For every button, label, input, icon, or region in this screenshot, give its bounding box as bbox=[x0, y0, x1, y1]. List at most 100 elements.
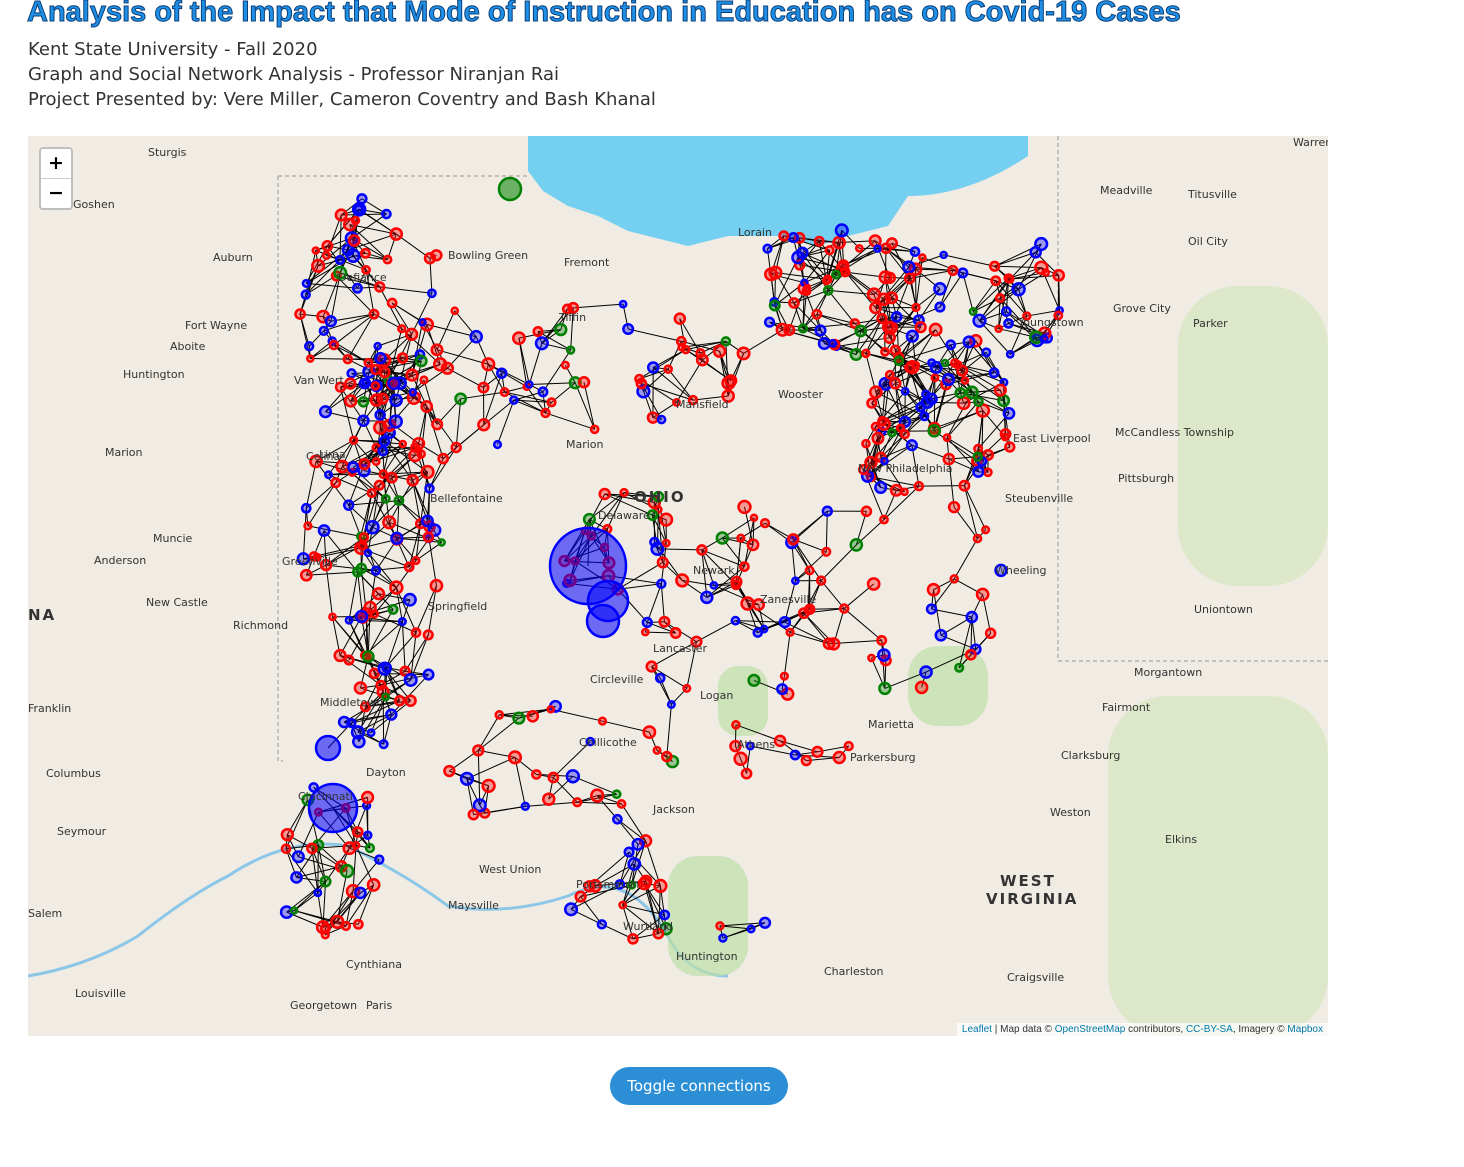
school-node-blue[interactable] bbox=[374, 409, 386, 421]
school-node-red[interactable] bbox=[303, 521, 313, 531]
school-node-green[interactable] bbox=[878, 681, 892, 696]
school-node-blue[interactable] bbox=[762, 243, 773, 254]
school-node-red[interactable] bbox=[802, 283, 812, 293]
school-node-red[interactable] bbox=[347, 234, 361, 247]
school-node-red[interactable] bbox=[911, 360, 921, 370]
school-node-red[interactable] bbox=[876, 416, 891, 431]
school-node-blue[interactable] bbox=[612, 813, 623, 825]
school-node-red[interactable] bbox=[477, 381, 490, 394]
school-node-red[interactable] bbox=[642, 725, 657, 740]
school-node-red[interactable] bbox=[598, 487, 611, 501]
school-node-blue[interactable] bbox=[945, 339, 957, 351]
school-node-red[interactable] bbox=[696, 544, 708, 556]
school-node-red[interactable] bbox=[467, 808, 480, 821]
school-node-red[interactable] bbox=[481, 778, 496, 793]
school-node-blue[interactable] bbox=[313, 888, 323, 898]
school-node-red[interactable] bbox=[736, 533, 746, 543]
school-node-blue[interactable] bbox=[565, 769, 581, 784]
school-node-green[interactable] bbox=[927, 423, 942, 438]
school-node-red[interactable] bbox=[574, 890, 587, 903]
school-node-blue[interactable] bbox=[324, 470, 334, 480]
school-node-green[interactable] bbox=[965, 385, 979, 400]
school-node-green[interactable] bbox=[414, 354, 428, 368]
school-node-blue[interactable] bbox=[300, 502, 312, 514]
school-node-blue[interactable] bbox=[390, 531, 404, 545]
school-node-red[interactable] bbox=[385, 471, 398, 484]
school-node-red[interactable] bbox=[930, 373, 940, 383]
school-node-red[interactable] bbox=[775, 322, 790, 337]
school-node-red[interactable] bbox=[737, 499, 752, 515]
school-node-green[interactable] bbox=[831, 269, 842, 280]
school-node-blue[interactable] bbox=[641, 616, 653, 629]
school-node-red[interactable] bbox=[811, 308, 823, 320]
school-node-red[interactable] bbox=[305, 354, 315, 363]
school-node-green[interactable] bbox=[454, 392, 468, 406]
school-node-red[interactable] bbox=[854, 243, 864, 253]
school-node-red[interactable] bbox=[889, 483, 903, 497]
school-node-blue[interactable] bbox=[420, 514, 434, 528]
school-node-blue[interactable] bbox=[377, 661, 392, 676]
school-node-green[interactable] bbox=[381, 692, 391, 702]
school-node-red[interactable] bbox=[422, 531, 435, 543]
school-node-blue[interactable] bbox=[388, 414, 403, 429]
school-node-red[interactable] bbox=[824, 245, 835, 256]
zoom-out-button[interactable]: − bbox=[41, 178, 71, 208]
school-node-red[interactable] bbox=[334, 208, 348, 222]
school-node-red[interactable] bbox=[815, 575, 827, 586]
leaflet-link[interactable]: Leaflet bbox=[962, 1024, 992, 1035]
zoom-in-button[interactable]: + bbox=[41, 149, 71, 178]
school-node-green[interactable] bbox=[437, 538, 446, 547]
school-node-blue[interactable] bbox=[814, 324, 827, 337]
school-node-red[interactable] bbox=[867, 653, 876, 663]
school-node-red[interactable] bbox=[358, 458, 371, 471]
school-node-red[interactable] bbox=[572, 797, 583, 808]
school-node-red[interactable] bbox=[352, 918, 364, 930]
school-node-blue[interactable] bbox=[342, 499, 355, 511]
school-node-blue[interactable] bbox=[374, 351, 387, 365]
school-node-blue[interactable] bbox=[763, 316, 776, 328]
school-node-green[interactable] bbox=[554, 322, 568, 337]
school-node-red[interactable] bbox=[759, 517, 771, 529]
school-node-blue[interactable] bbox=[418, 317, 427, 327]
school-node-red[interactable] bbox=[404, 327, 419, 341]
school-node-blue[interactable] bbox=[351, 282, 363, 294]
school-node-blue[interactable] bbox=[377, 445, 389, 457]
school-node-red[interactable] bbox=[868, 234, 882, 248]
school-node-red[interactable] bbox=[352, 826, 364, 838]
school-node-red[interactable] bbox=[721, 375, 736, 391]
school-node-red[interactable] bbox=[637, 876, 652, 891]
school-node-red[interactable] bbox=[577, 376, 591, 389]
school-node-red[interactable] bbox=[881, 320, 895, 334]
school-node-red[interactable] bbox=[821, 546, 832, 557]
school-node-blue[interactable] bbox=[378, 739, 389, 750]
school-node-blue[interactable] bbox=[618, 299, 628, 309]
school-node-red[interactable] bbox=[431, 418, 444, 431]
school-node-green[interactable] bbox=[393, 495, 405, 507]
license-link[interactable]: CC-BY-SA bbox=[1186, 1024, 1233, 1035]
school-node-red[interactable] bbox=[861, 438, 871, 449]
school-node-red[interactable] bbox=[903, 272, 916, 285]
school-node-blue[interactable] bbox=[389, 393, 403, 408]
school-node-red[interactable] bbox=[994, 324, 1004, 334]
school-node-red[interactable] bbox=[378, 469, 389, 480]
school-node-blue[interactable] bbox=[317, 524, 331, 537]
school-node-blue[interactable] bbox=[817, 336, 831, 351]
school-node-red[interactable] bbox=[589, 424, 600, 435]
school-node-red[interactable] bbox=[443, 764, 456, 778]
school-node-red[interactable] bbox=[382, 515, 397, 530]
school-node-blue[interactable] bbox=[965, 610, 979, 624]
school-node-red[interactable] bbox=[494, 710, 505, 720]
school-node-red[interactable] bbox=[357, 540, 368, 551]
school-node-red[interactable] bbox=[764, 267, 779, 282]
school-node-blue[interactable] bbox=[304, 341, 315, 352]
school-node-blue[interactable] bbox=[374, 854, 385, 865]
school-node-blue[interactable] bbox=[354, 886, 367, 900]
school-node-red[interactable] bbox=[640, 627, 650, 637]
school-node-blue[interactable] bbox=[346, 368, 357, 379]
school-node-blue[interactable] bbox=[873, 244, 882, 253]
school-node-red[interactable] bbox=[956, 364, 969, 377]
school-node-blue[interactable] bbox=[939, 250, 948, 260]
school-node-green[interactable] bbox=[954, 386, 967, 399]
school-node-red[interactable] bbox=[832, 750, 846, 765]
school-node-red[interactable] bbox=[778, 230, 790, 242]
